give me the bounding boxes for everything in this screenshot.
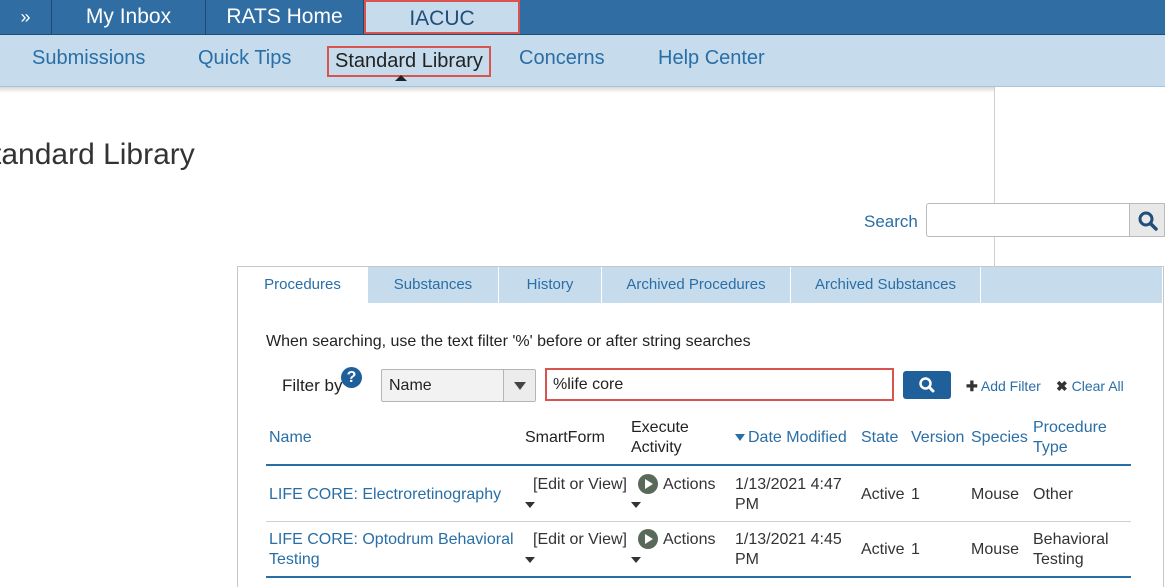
row-name-link[interactable]: LIFE CORE: Optodrum Behavioral: [269, 530, 514, 550]
row-version: 1: [911, 541, 920, 558]
close-icon: ✖: [1056, 378, 1068, 394]
chevron-down-icon[interactable]: [525, 557, 535, 563]
subnav-concerns[interactable]: Concerns: [519, 47, 605, 70]
row-species: Mouse: [971, 486, 1020, 503]
row-state: Active: [861, 486, 905, 503]
nav-shadow: [0, 87, 995, 93]
subnav-standard-library[interactable]: Standard Library: [327, 46, 491, 77]
search-input[interactable]: [926, 203, 1129, 237]
col-version[interactable]: Version: [911, 428, 964, 448]
tab-archived-substances[interactable]: Archived Substances: [791, 267, 981, 303]
row-procedure-type-1: Behavioral: [1033, 531, 1109, 548]
row-procedure-type-2: Testing: [1033, 551, 1084, 568]
header-divider: [266, 464, 1131, 466]
search-hint: When searching, use the text filter '%' …: [266, 333, 751, 350]
filter-field-value: Name: [389, 377, 432, 394]
chevron-down-icon[interactable]: [631, 502, 641, 508]
subnav-submissions[interactable]: Submissions: [32, 47, 145, 70]
row-name-link[interactable]: LIFE CORE: Electroretinography: [269, 485, 501, 505]
filter-label: Filter by: [282, 376, 343, 395]
tab-archived-procedures[interactable]: Archived Procedures: [602, 267, 791, 303]
row-procedure-type: Other: [1033, 486, 1074, 503]
play-icon[interactable]: [638, 529, 658, 549]
search-icon: [919, 377, 935, 393]
dropdown-arrow[interactable]: [503, 370, 535, 401]
col-procedure-type-2[interactable]: Type: [1033, 438, 1068, 458]
actions-button[interactable]: Actions: [663, 475, 715, 495]
active-indicator-icon: [395, 75, 407, 81]
col-state[interactable]: State: [861, 428, 898, 448]
row-name-link-2[interactable]: Testing: [269, 550, 320, 570]
row-date-2: PM: [735, 551, 759, 568]
edit-or-view-button[interactable]: [Edit or View]: [533, 530, 627, 550]
filter-field-select[interactable]: Name: [381, 369, 536, 402]
sort-desc-icon: [735, 434, 745, 442]
chevron-down-icon[interactable]: [525, 502, 535, 508]
col-execute-1: Execute: [631, 419, 689, 436]
help-icon[interactable]: ?: [341, 367, 362, 388]
row-date-1: 1/13/2021 4:45: [735, 531, 842, 548]
search-label: Search: [864, 212, 918, 231]
row-divider: [266, 521, 1131, 522]
expand-menu-button[interactable]: »: [0, 0, 52, 34]
search-button[interactable]: [1129, 203, 1165, 237]
tab-procedures[interactable]: Procedures: [238, 267, 368, 303]
subnav-help-center[interactable]: Help Center: [658, 47, 765, 70]
filter-text-input[interactable]: [545, 368, 894, 401]
clear-all-link[interactable]: ✖ Clear All: [1056, 378, 1124, 395]
col-procedure-type-1[interactable]: Procedure: [1033, 418, 1107, 438]
edit-or-view-button[interactable]: [Edit or View]: [533, 475, 627, 495]
subnav-quick-tips[interactable]: Quick Tips: [198, 47, 291, 70]
page-title: tandard Library: [0, 138, 195, 171]
col-execute-2: Activity: [631, 439, 682, 456]
col-smartform: SmartForm: [525, 429, 605, 446]
col-name[interactable]: Name: [269, 428, 312, 448]
row-date-2: PM: [735, 496, 759, 513]
tab-history[interactable]: History: [499, 267, 602, 303]
col-date-modified[interactable]: Date Modified: [735, 428, 847, 448]
chevron-down-icon: [514, 382, 526, 390]
chevron-down-icon[interactable]: [631, 557, 641, 563]
row-date-1: 1/13/2021 4:47: [735, 476, 842, 493]
actions-button[interactable]: Actions: [663, 530, 715, 550]
add-filter-label: Add Filter: [980, 378, 1041, 394]
col-date-modified-label: Date Modified: [748, 429, 847, 446]
row-version: 1: [911, 486, 920, 503]
play-icon[interactable]: [638, 474, 658, 494]
top-nav: » My Inbox RATS Home IACUC: [0, 0, 1165, 35]
row-state: Active: [861, 541, 905, 558]
col-species[interactable]: Species: [971, 428, 1028, 448]
nav-iacuc[interactable]: IACUC: [364, 0, 520, 34]
plus-icon: ✚: [966, 378, 978, 394]
clear-all-label: Clear All: [1071, 378, 1124, 394]
sub-nav: Submissions Quick Tips Standard Library …: [0, 35, 1165, 87]
add-filter-link[interactable]: ✚ Add Filter: [966, 378, 1041, 395]
library-tabs: Procedures Substances History Archived P…: [238, 267, 1162, 303]
nav-rats-home[interactable]: RATS Home: [206, 0, 364, 34]
nav-my-inbox[interactable]: My Inbox: [52, 0, 206, 34]
table-bottom-border: [266, 576, 1131, 578]
filter-search-button[interactable]: [903, 371, 951, 399]
row-species: Mouse: [971, 541, 1020, 558]
tab-substances[interactable]: Substances: [368, 267, 499, 303]
search-icon: [1138, 211, 1158, 231]
